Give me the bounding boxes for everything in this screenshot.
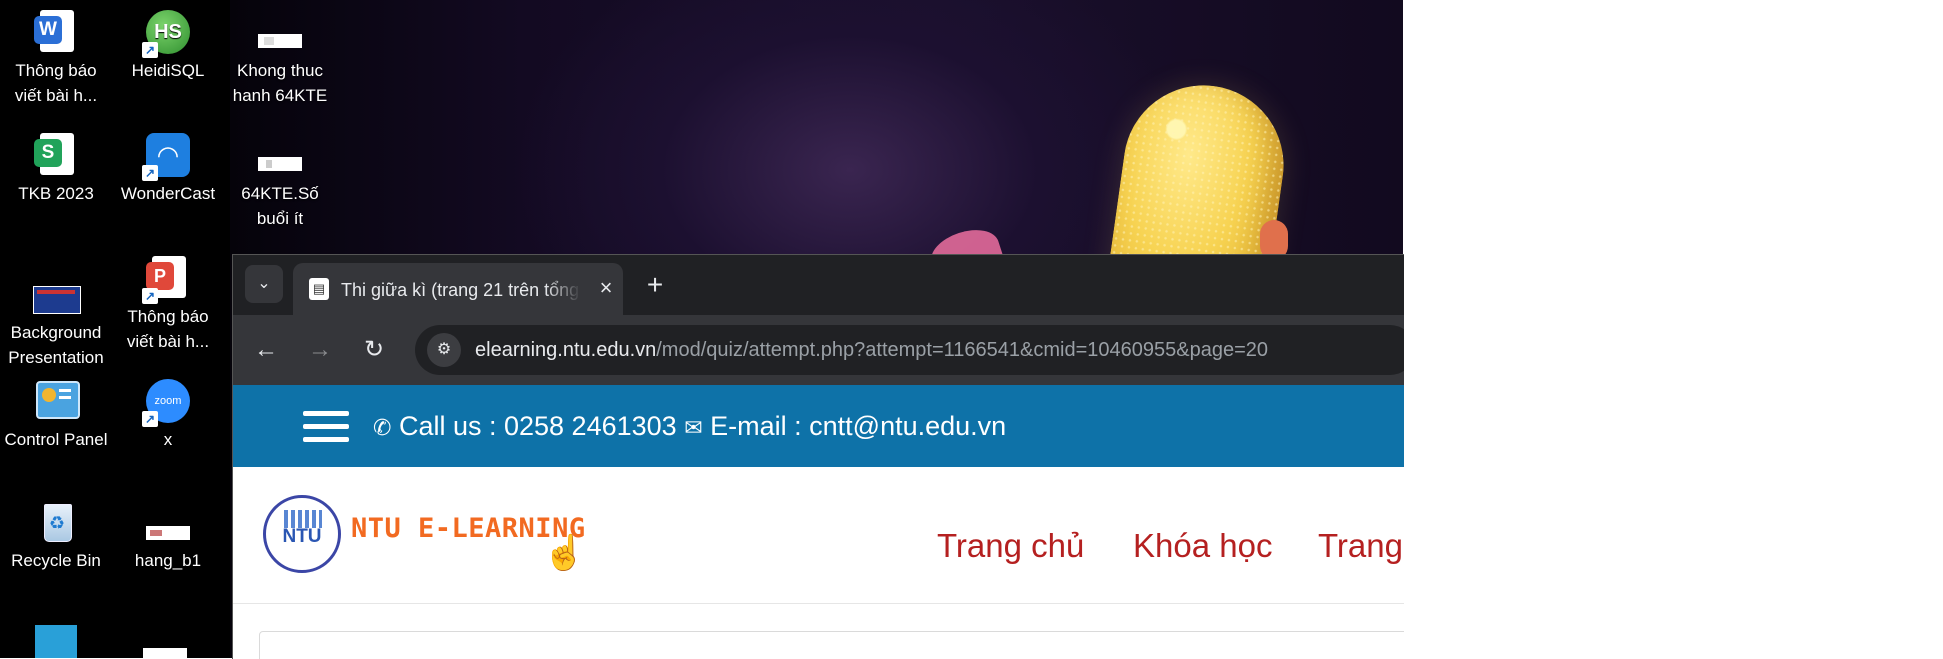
favicon-icon: ▤ bbox=[309, 278, 329, 300]
seal-text: NTU bbox=[282, 526, 322, 547]
desktop-icon-partial[interactable] bbox=[35, 625, 77, 658]
spreadsheet-icon: S bbox=[32, 131, 80, 179]
document-thumbnail-icon bbox=[144, 498, 192, 546]
shortcut-arrow-icon: ↗ bbox=[142, 42, 158, 58]
pointing-hand-icon: ☝ bbox=[543, 534, 586, 572]
desktop-icon-label: Background Presentation bbox=[8, 323, 104, 367]
menu-icon[interactable] bbox=[303, 411, 349, 443]
address-bar[interactable]: ⚙ elearning.ntu.edu.vn/mod/quiz/attempt.… bbox=[415, 325, 1404, 375]
desktop-icon-label: Khong thuc hanh 64KTE bbox=[232, 61, 328, 105]
browser-window: ⌄ ▤ Thi giữa kì (trang 21 trên tổng s × … bbox=[232, 254, 1404, 659]
desktop-icon-label: Control Panel bbox=[4, 430, 108, 449]
presentation-thumbnail-icon bbox=[32, 270, 81, 318]
desktop-icon-label: TKB 2023 bbox=[18, 184, 94, 203]
contact-info: ✆ Call us : 0258 2461303 ✉ E-mail : cntt… bbox=[373, 407, 1006, 447]
site-header: NTU NTU E-LEARNING ☝ Trang chủ Khóa học … bbox=[233, 467, 1404, 604]
chevron-down-icon: ⌄ bbox=[257, 275, 271, 292]
reload-button[interactable]: ↻ bbox=[355, 331, 393, 369]
desktop-icon-zoom-x[interactable]: zoom ↗ x bbox=[113, 377, 223, 452]
phone-icon: ✆ bbox=[373, 415, 392, 440]
plus-icon: + bbox=[646, 269, 664, 300]
close-icon[interactable]: × bbox=[593, 275, 619, 301]
email-text: E-mail : cntt@ntu.edu.vn bbox=[710, 411, 1007, 441]
desktop-icon-label: 64KTE.Số buổi ít bbox=[241, 184, 319, 228]
desktop-icon-partial[interactable] bbox=[143, 648, 187, 658]
desktop-icon-recycle-bin[interactable]: ♻ Recycle Bin bbox=[1, 498, 111, 573]
wondercast-icon: ◠ ↗ bbox=[142, 131, 192, 181]
forward-button[interactable]: → bbox=[301, 331, 339, 369]
desktop-icon-tkb-2023[interactable]: S TKB 2023 bbox=[1, 131, 111, 206]
nav-home-link[interactable]: Trang chủ bbox=[937, 527, 1084, 565]
shortcut-arrow-icon: ↗ bbox=[142, 288, 158, 304]
tab-strip: ⌄ ▤ Thi giữa kì (trang 21 trên tổng s × … bbox=[233, 255, 1404, 315]
tab-title: Thi giữa kì (trang 21 trên tổng s bbox=[341, 280, 581, 300]
ntu-seal-logo[interactable]: NTU bbox=[263, 495, 341, 573]
content-panel bbox=[259, 631, 1404, 659]
word-doc-icon: W bbox=[32, 8, 80, 56]
new-tab-button[interactable]: + bbox=[637, 267, 673, 303]
call-us-text: Call us : 0258 2461303 bbox=[398, 411, 677, 441]
browser-toolbar: ← → ↻ ⚙ elearning.ntu.edu.vn/mod/quiz/at… bbox=[233, 315, 1404, 385]
shortcut-arrow-icon: ↗ bbox=[142, 411, 158, 427]
envelope-icon: ✉ bbox=[684, 415, 703, 440]
nav-courses-link[interactable]: Khóa học bbox=[1133, 527, 1272, 565]
desktop-icon-khong-thuc-hanh[interactable]: Khong thuc hanh 64KTE bbox=[225, 8, 335, 108]
arrow-right-icon: → bbox=[308, 336, 332, 363]
desktop-icon-heidisql[interactable]: HS ↗ HeidiSQL bbox=[113, 8, 223, 83]
desktop-icon-64kte[interactable]: 64KTE.Số buổi ít bbox=[225, 131, 335, 231]
desktop-icon-thong-bao-pdf[interactable]: P ↗ Thông báo viết bài h... bbox=[113, 254, 223, 354]
desktop-icon-label: hang_b1 bbox=[134, 551, 202, 570]
desktop-icon-hang-b1[interactable]: hang_b1 bbox=[113, 498, 223, 573]
pdf-icon: P ↗ bbox=[142, 254, 192, 304]
tab-search-button[interactable]: ⌄ bbox=[245, 265, 283, 303]
url-path: /mod/quiz/attempt.php?attempt=1166541&cm… bbox=[656, 339, 1269, 361]
recycle-bin-icon: ♻ bbox=[32, 498, 80, 546]
zoom-icon: zoom ↗ bbox=[142, 377, 192, 427]
document-thumbnail-icon bbox=[256, 8, 304, 56]
desktop-icon-label: HeidiSQL bbox=[131, 61, 205, 80]
desktop-icon-thong-bao-word[interactable]: W Thông báo viết bài h... bbox=[1, 8, 111, 108]
document-thumbnail-icon bbox=[256, 131, 304, 179]
browser-tab[interactable]: ▤ Thi giữa kì (trang 21 trên tổng s × bbox=[293, 263, 623, 315]
shortcut-arrow-icon: ↗ bbox=[142, 165, 158, 181]
desktop-icon-label: Thông báo viết bài h... bbox=[14, 61, 98, 105]
site-contact-bar: ✆ Call us : 0258 2461303 ✉ E-mail : cntt… bbox=[233, 385, 1404, 467]
desktop-icon-wondercast[interactable]: ◠ ↗ WonderCast bbox=[113, 131, 223, 206]
arrow-left-icon: ← bbox=[254, 336, 278, 363]
desktop-icon-label: WonderCast bbox=[120, 184, 216, 203]
heidisql-icon: HS ↗ bbox=[142, 8, 192, 58]
desktop-icon-label: Thông báo viết bài h... bbox=[126, 307, 210, 351]
url-host: elearning.ntu.edu.vn bbox=[475, 339, 657, 361]
control-panel-icon bbox=[32, 377, 80, 425]
nav-page-link[interactable]: Trang bbox=[1318, 527, 1403, 565]
site-info-icon[interactable]: ⚙ bbox=[427, 333, 461, 367]
desktop-icon-label: x bbox=[163, 430, 173, 449]
desktop-icon-background-presentation[interactable]: Background Presentation bbox=[1, 270, 111, 370]
url-text[interactable]: elearning.ntu.edu.vn/mod/quiz/attempt.ph… bbox=[475, 338, 1268, 362]
desktop-icon-label: Recycle Bin bbox=[11, 551, 101, 570]
desktop-icon-control-panel[interactable]: Control Panel bbox=[1, 377, 111, 452]
reload-icon: ↻ bbox=[363, 336, 385, 363]
back-button[interactable]: ← bbox=[247, 331, 285, 369]
